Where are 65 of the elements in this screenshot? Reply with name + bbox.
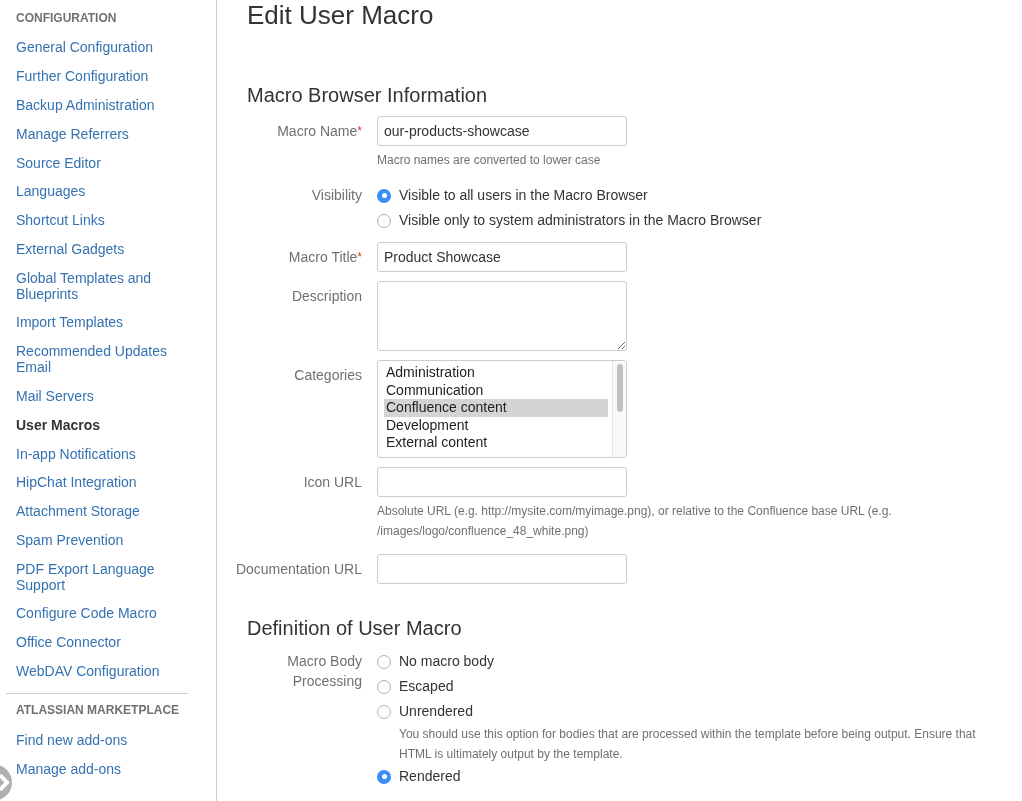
- hint-text: You should use this option for bodies that are processed within the template before being output. Ensure that HTML is ultimately output by the template.: [399, 726, 977, 763]
- nav-link[interactable]: Further Configuration: [16, 61, 188, 91]
- nav-link[interactable]: In-app Notifications: [16, 439, 188, 468]
- nav-link[interactable]: Recommended Updates Email: [16, 336, 188, 382]
- field-label: Visibility: [311, 186, 362, 205]
- radio-label: Rendered: [399, 767, 461, 786]
- field-label: Icon URL: [303, 474, 362, 490]
- list-option[interactable]: Communication: [384, 381, 608, 399]
- input-field[interactable]: [377, 467, 627, 497]
- nav-link[interactable]: Spam Prevention: [16, 525, 188, 555]
- field-label: Macro Body Processing: [286, 652, 362, 691]
- section-heading: Definition of User Macro: [247, 616, 463, 640]
- nav-link[interactable]: WebDAV Configuration: [16, 656, 188, 686]
- nav-link[interactable]: Languages: [16, 176, 188, 206]
- input-field[interactable]: [377, 554, 627, 584]
- nav-link[interactable]: Manage Referrers: [16, 119, 188, 149]
- radio-label: Visible to all users in the Macro Browser: [399, 186, 648, 205]
- hint-text: Macro names are converted to lower case: [377, 152, 602, 169]
- category-list[interactable]: Administration Communication Confluence content Development External content: [377, 360, 627, 458]
- radio-button[interactable]: [377, 188, 391, 203]
- radio-button[interactable]: [377, 213, 391, 228]
- radio-label: Visible only to system administrators in the Macro Browser: [399, 211, 762, 230]
- radio-label: Escaped: [399, 677, 454, 696]
- input-field[interactable]: our-products-showcase: [377, 116, 627, 146]
- nav-link[interactable]: Mail Servers: [16, 381, 188, 411]
- nav-link[interactable]: Find new add-ons: [16, 725, 188, 755]
- radio-button[interactable]: [377, 704, 391, 719]
- nav-link[interactable]: External Gadgets: [16, 234, 188, 264]
- hint-text: Absolute URL (e.g. http://mysite.com/myimage.png), or relative to the Confluence base URL (e.g. /images/logo/confluence_48_white.png): [377, 503, 893, 540]
- nav-link[interactable]: PDF Export Language Support: [16, 554, 188, 600]
- required-marker: *: [357, 124, 362, 138]
- nav-link[interactable]: Office Connector: [16, 627, 188, 657]
- list-option[interactable]: External content: [384, 434, 608, 452]
- nav-link[interactable]: Global Templates and Blueprints: [16, 263, 188, 309]
- field-label: Description: [291, 288, 362, 304]
- input-field[interactable]: Product Showcase: [377, 242, 627, 272]
- nav-link[interactable]: Shortcut Links: [16, 205, 188, 235]
- radio-button[interactable]: [377, 679, 391, 694]
- nav-link[interactable]: General Configuration: [16, 33, 188, 62]
- field-label: Documentation URL: [235, 561, 362, 577]
- field-label: Macro Name: [277, 123, 358, 139]
- nav-link[interactable]: Backup Administration: [16, 90, 188, 120]
- nav-link[interactable]: Source Editor: [16, 148, 188, 177]
- list-option[interactable]: Confluence content: [384, 399, 608, 417]
- nav-link[interactable]: HipChat Integration: [16, 467, 188, 497]
- radio-button[interactable]: [377, 769, 391, 784]
- section-heading: ATLASSIAN MARKETPLACE: [16, 702, 181, 720]
- text-area[interactable]: [377, 281, 627, 351]
- nav-link[interactable]: Attachment Storage: [16, 496, 188, 526]
- required-marker: *: [357, 250, 362, 264]
- section-heading: Macro Browser Information: [247, 83, 489, 107]
- radio-button[interactable]: [377, 654, 391, 669]
- field-label: Macro Title: [288, 249, 358, 265]
- nav-link[interactable]: User Macros: [16, 410, 188, 440]
- list-option[interactable]: Development: [384, 416, 608, 434]
- list-option[interactable]: Administration: [384, 364, 608, 382]
- page-title: Edit User Macro: [246, 0, 435, 30]
- field-label: Categories: [294, 367, 362, 383]
- nav-link[interactable]: Configure Code Macro: [16, 599, 188, 628]
- section-heading: CONFIGURATION: [16, 10, 118, 27]
- nav-link[interactable]: Import Templates: [16, 308, 188, 337]
- nav-link[interactable]: Manage add-ons: [16, 754, 188, 783]
- radio-label: Unrendered: [399, 702, 473, 721]
- radio-label: No macro body: [399, 652, 494, 671]
- scrollbar[interactable]: [612, 361, 626, 457]
